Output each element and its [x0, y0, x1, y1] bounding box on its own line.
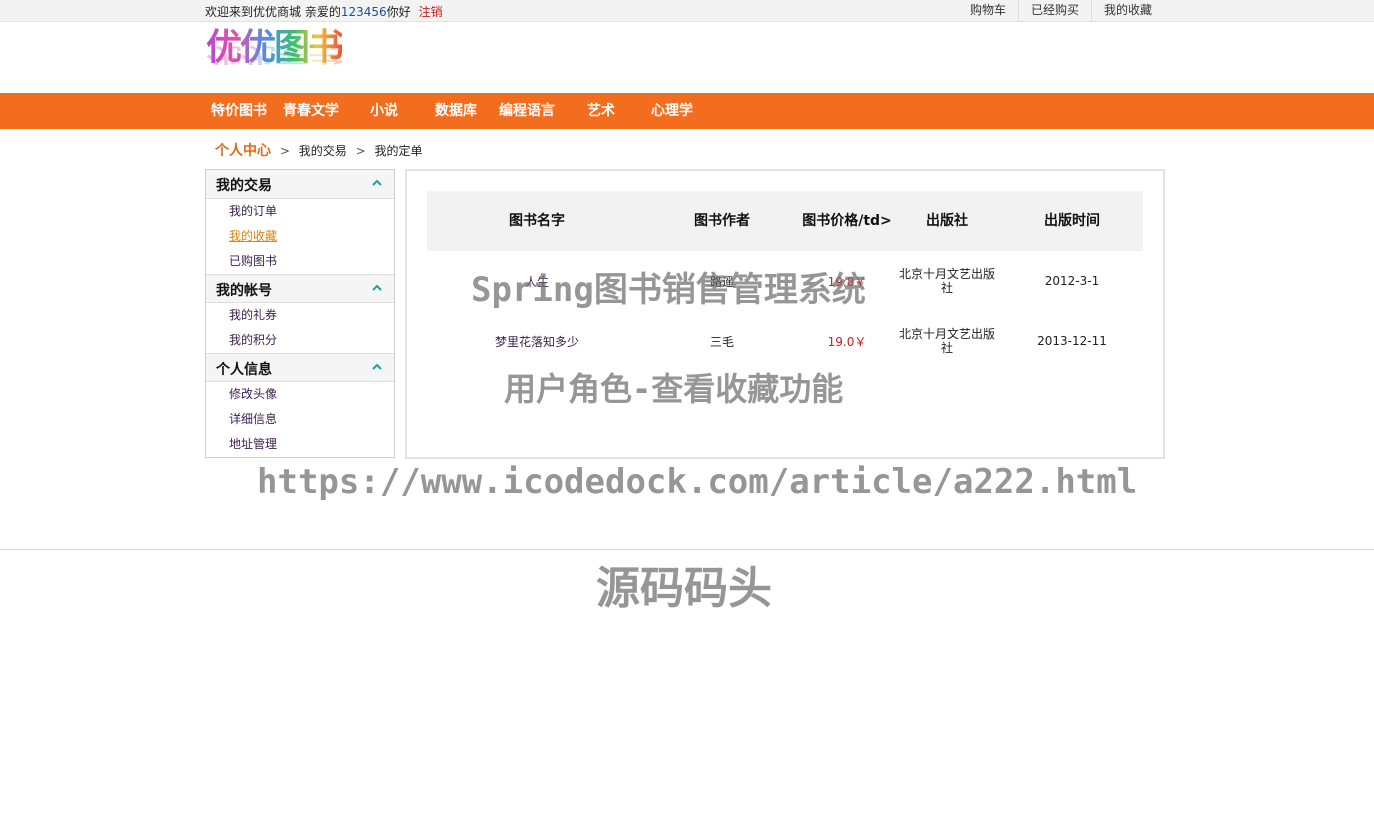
column-header-date: 出版时间	[1044, 213, 1100, 229]
book-name[interactable]: 梦里花落知多少	[467, 311, 607, 371]
watermark-url: https://www.icodedock.com/article/a222.h…	[257, 462, 1138, 502]
table-row: 人生 路遥 19.8￥ 北京十月文艺出版社 2012-3-1	[427, 251, 1143, 311]
book-author: 路遥	[709, 274, 734, 289]
logo-reflection: 优优图书	[206, 42, 343, 66]
nav-item-database[interactable]: 数据库	[435, 93, 477, 129]
nav-item-psychology[interactable]: 心理学	[651, 93, 693, 129]
breadcrumb: 个人中心 > 我的交易 > 我的定单	[215, 140, 422, 160]
nav-link[interactable]: 数据库	[435, 103, 477, 119]
sidebar-item-address[interactable]: 地址管理	[206, 432, 394, 457]
nav-link[interactable]: 编程语言	[499, 103, 555, 119]
sidebar-group-title: 我的帐号	[216, 283, 272, 299]
nav-link[interactable]: 特价图书	[211, 103, 267, 119]
nav-link[interactable]: 青春文学	[283, 103, 339, 119]
column-header-price: 图书价格/td>	[802, 213, 892, 229]
sidebar-item-avatar[interactable]: 修改头像	[206, 382, 394, 407]
breadcrumb-level1[interactable]: 我的交易	[299, 144, 347, 158]
breadcrumb-home[interactable]: 个人中心	[215, 143, 271, 159]
chevron-up-icon[interactable]	[370, 360, 384, 374]
username: 123456	[340, 5, 387, 19]
welcome-prefix: 欢迎来到优优商城 亲爱的	[205, 5, 341, 19]
nav-link[interactable]: 心理学	[651, 103, 693, 119]
breadcrumb-separator: >	[279, 144, 290, 158]
chevron-up-icon[interactable]	[370, 176, 384, 190]
favorites-panel: 图书名字 图书作者 图书价格/td> 出版社 出版时间 人生 路遥 19.8￥ …	[405, 169, 1165, 459]
sidebar-group-trade[interactable]: 我的交易	[206, 170, 394, 199]
purchased-link[interactable]: 已经购买	[1017, 0, 1091, 22]
nav-item-novel[interactable]: 小说	[370, 93, 398, 129]
breadcrumb-separator: >	[355, 144, 366, 158]
sidebar-group-account[interactable]: 我的帐号	[206, 274, 394, 303]
book-publisher: 北京十月文艺出版社	[898, 327, 995, 355]
book-price: 19.0￥	[827, 334, 867, 349]
book-price: 19.8￥	[827, 274, 867, 289]
sidebar-item-points[interactable]: 我的积分	[206, 328, 394, 353]
favorites-link[interactable]: 我的收藏	[1090, 0, 1164, 22]
nav-item-programming[interactable]: 编程语言	[499, 93, 555, 129]
cart-link[interactable]: 购物车	[958, 0, 1018, 22]
site-logo[interactable]: 优优图书 优优图书	[206, 26, 371, 88]
nav-item-sale[interactable]: 特价图书	[211, 93, 267, 129]
breadcrumb-level2: 我的定单	[374, 144, 423, 158]
book-author: 三毛	[709, 334, 734, 349]
sidebar-group-title: 个人信息	[216, 362, 272, 378]
sidebar-item-favorites[interactable]: 我的收藏	[206, 224, 394, 249]
book-date: 2013-12-11	[1037, 334, 1107, 348]
sidebar-group-title: 我的交易	[216, 178, 272, 194]
book-date: 2012-3-1	[1044, 274, 1100, 288]
sidebar-group-profile[interactable]: 个人信息	[206, 353, 394, 382]
welcome-text: 欢迎来到优优商城 亲爱的123456你好 注销	[205, 3, 443, 20]
nav-link[interactable]: 艺术	[587, 103, 615, 119]
sidebar-item-details[interactable]: 详细信息	[206, 407, 394, 432]
main-nav: 特价图书 青春文学 小说 数据库 编程语言 艺术 心理学	[0, 93, 1374, 129]
book-name[interactable]: 人生	[467, 251, 607, 311]
top-bar: 欢迎来到优优商城 亲爱的123456你好 注销 购物车 已经购买 我的收藏	[0, 0, 1374, 22]
column-header-publisher: 出版社	[926, 213, 968, 229]
book-publisher: 北京十月文艺出版社	[898, 267, 995, 295]
sidebar: 我的交易 我的订单 我的收藏 已购图书 我的帐号 我的礼券 我的积分 个人信息 …	[205, 169, 395, 458]
column-header-name: 图书名字	[509, 213, 565, 229]
logout-link[interactable]: 注销	[419, 5, 443, 19]
sidebar-item-coupons[interactable]: 我的礼券	[206, 303, 394, 328]
nav-item-art[interactable]: 艺术	[587, 93, 615, 129]
nav-item-youth[interactable]: 青春文学	[283, 93, 339, 129]
chevron-up-icon[interactable]	[370, 281, 384, 295]
sidebar-item-purchased-books[interactable]: 已购图书	[206, 249, 394, 274]
nav-link[interactable]: 小说	[370, 103, 398, 119]
welcome-suffix: 你好	[386, 5, 411, 19]
column-header-author: 图书作者	[694, 213, 750, 229]
top-links: 购物车 已经购买 我的收藏	[958, 0, 1164, 22]
footer-divider	[0, 549, 1374, 550]
table-header: 图书名字 图书作者 图书价格/td> 出版社 出版时间	[427, 191, 1143, 251]
sidebar-item-orders[interactable]: 我的订单	[206, 199, 394, 224]
table-row: 梦里花落知多少 三毛 19.0￥ 北京十月文艺出版社 2013-12-11	[427, 311, 1143, 371]
watermark-brand: 源码码头	[596, 563, 772, 614]
